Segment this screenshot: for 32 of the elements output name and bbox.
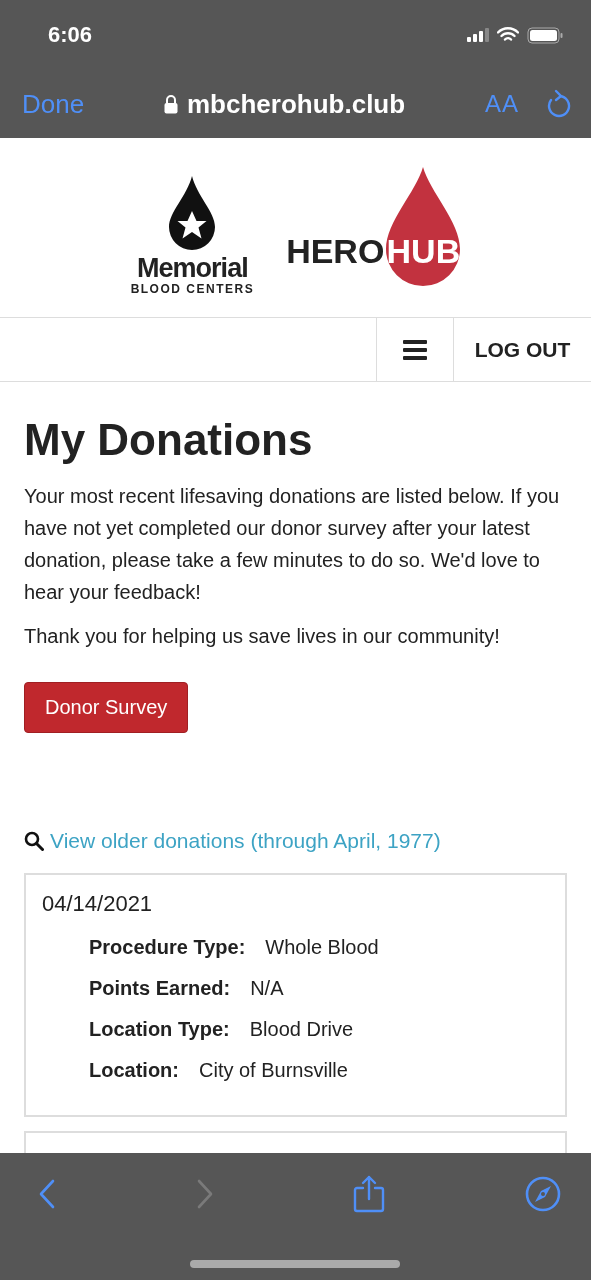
compass-icon[interactable] xyxy=(524,1176,561,1212)
field-value: Blood Drive xyxy=(249,1017,354,1042)
drop-star-icon xyxy=(169,175,216,250)
field-label: Location: xyxy=(89,1058,179,1083)
logo-name: Memorial xyxy=(137,253,248,282)
wifi-icon xyxy=(497,27,519,43)
back-icon[interactable] xyxy=(38,1179,56,1209)
reload-icon[interactable] xyxy=(545,89,571,119)
field-value: Whole Blood xyxy=(265,935,379,960)
battery-icon xyxy=(527,26,563,44)
field-value: N/A xyxy=(250,976,284,1001)
logo-subtitle: BLOOD CENTERS xyxy=(130,281,255,296)
blood-drop-icon xyxy=(386,166,461,289)
field-label: Procedure Type: xyxy=(89,935,246,960)
field-label: Location Type: xyxy=(89,1017,230,1042)
search-icon xyxy=(24,831,44,851)
page-title: My Donations xyxy=(24,414,314,466)
address-field[interactable]: mbcherohub.club xyxy=(84,88,485,120)
logo-word: HERO xyxy=(286,231,385,271)
logo-word: HUB xyxy=(386,231,461,271)
donation-date: 04/14/2021 xyxy=(42,891,154,917)
paragraph: Your most recent lifesaving donations are listed below. If you have not yet completed our donor survey after your latest donation, please take a few minutes to do so. We'd love to hear your feedback! xyxy=(24,484,561,605)
lock-icon xyxy=(164,94,178,114)
field-label: Points Earned: xyxy=(89,976,231,1001)
donor-survey-button[interactable]: Donor Survey xyxy=(24,682,189,733)
status-time: 6:06 xyxy=(48,22,93,48)
field-value: City of Burnsville xyxy=(199,1058,348,1083)
menu-icon xyxy=(403,339,427,360)
signal-icon xyxy=(467,28,489,42)
logout-button[interactable]: LOG OUT xyxy=(453,318,591,381)
paragraph: Thank you for helping us save lives in our community! xyxy=(24,624,501,649)
share-icon[interactable] xyxy=(353,1175,386,1213)
